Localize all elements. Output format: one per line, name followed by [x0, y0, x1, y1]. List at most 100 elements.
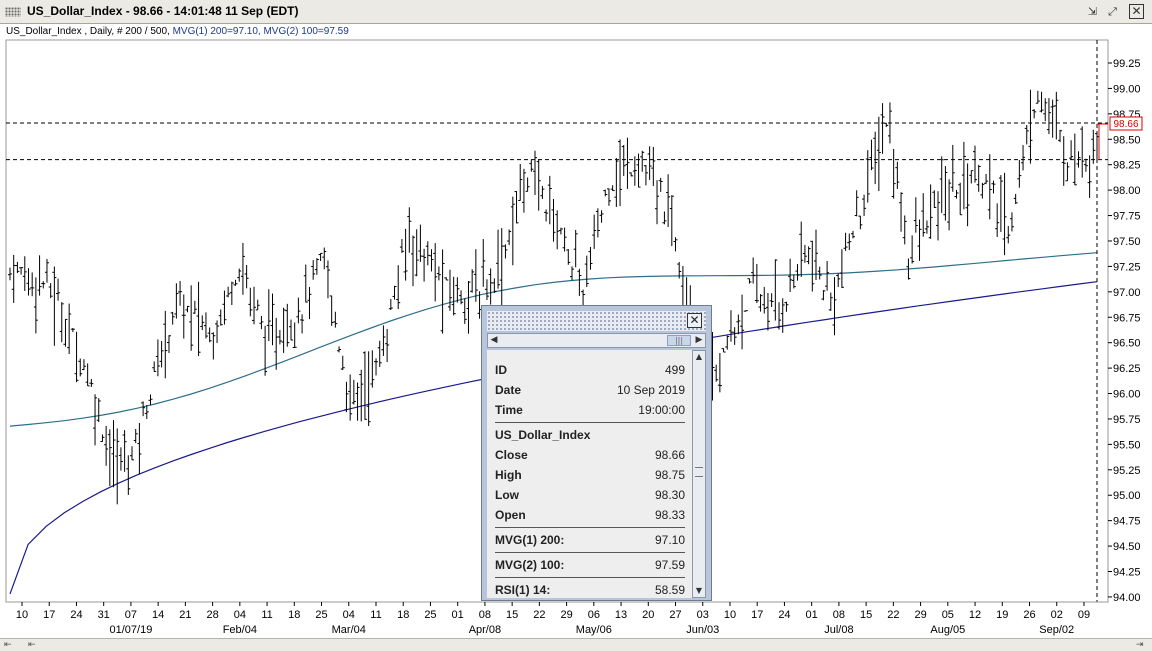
x-tick-label: 18 [288, 609, 300, 621]
y-tick-label: 97.25 [1113, 261, 1141, 273]
row-close: Close 98.66 [495, 448, 685, 462]
resize-left-icon[interactable]: ⇤ [4, 640, 12, 650]
row-id: ID 499 [495, 363, 685, 377]
y-tick-label: 95.25 [1113, 465, 1141, 477]
x-month-label: Jul/08 [824, 624, 853, 636]
row-mvg1: MVG(1) 200: 97.10 [495, 533, 685, 547]
x-tick-label: 28 [206, 609, 218, 621]
x-tick-label: 24 [778, 609, 790, 621]
legend-mvg1: MVG(1) 200=97.10, [172, 26, 261, 37]
horizontal-scrollbar[interactable]: ◀ ||| ▶ [487, 333, 706, 348]
x-tick-label: 02 [1051, 609, 1063, 621]
x-tick-label: 11 [370, 609, 381, 621]
y-tick-label: 96.75 [1113, 312, 1141, 324]
x-tick-label: 22 [533, 609, 545, 621]
divider [495, 552, 685, 553]
x-month-label: 01/07/19 [110, 624, 153, 636]
x-tick-label: 25 [315, 609, 327, 621]
x-tick-label: 01 [452, 609, 464, 621]
scroll-right-icon[interactable]: ▶ [693, 334, 705, 347]
window-title: US_Dollar_Index - 98.66 - 14:01:48 11 Se… [27, 4, 299, 18]
row-time: Time 19:00:00 [495, 403, 685, 417]
x-tick-label: 25 [424, 609, 436, 621]
minimize-icon[interactable]: ⇲ [1085, 4, 1100, 19]
y-axis: 99.2599.0098.7598.5098.2598.0097.7597.50… [1108, 58, 1141, 604]
x-tick-label: 27 [669, 609, 681, 621]
x-tick-label: 22 [887, 609, 899, 621]
y-tick-label: 95.50 [1113, 439, 1141, 451]
scroll-left-icon[interactable]: ◀ [488, 334, 500, 347]
scroll-up-icon[interactable]: ▲ [693, 351, 705, 363]
scroll-down-icon[interactable]: ▼ [693, 585, 705, 597]
x-month-label: Apr/08 [469, 624, 501, 636]
x-tick-label: 17 [43, 609, 55, 621]
x-tick-label: 09 [1078, 609, 1090, 621]
close-icon[interactable]: ✕ [687, 313, 702, 328]
row-date: Date 10 Sep 2019 [495, 383, 685, 397]
x-tick-label: 14 [152, 609, 164, 621]
x-tick-label: 29 [560, 609, 572, 621]
x-tick-label: 07 [125, 609, 137, 621]
data-window-body: ID 499 Date 10 Sep 2019 Time 19:00:00 US_Do… [487, 350, 692, 598]
x-tick-label: 19 [996, 609, 1008, 621]
divider [495, 527, 685, 528]
x-month-label: Sep/02 [1039, 624, 1074, 636]
last-price-label: 98.66 [1113, 119, 1138, 130]
close-icon[interactable]: ✕ [1129, 4, 1144, 19]
x-tick-label: 29 [914, 609, 926, 621]
x-tick-label: 03 [697, 609, 709, 621]
scroll-thumb[interactable]: ||| [667, 335, 691, 346]
data-window-header[interactable]: ✕ [487, 311, 706, 331]
x-tick-label: 17 [751, 609, 763, 621]
x-tick-label: 05 [942, 609, 954, 621]
y-tick-label: 94.75 [1113, 516, 1141, 528]
title-bar: US_Dollar_Index - 98.66 - 14:01:48 11 Se… [0, 0, 1152, 24]
legend-main: US_Dollar_Index , Daily, # 200 / 500, [6, 26, 170, 37]
x-tick-label: 01 [806, 609, 818, 621]
x-month-label: Aug/05 [930, 624, 965, 636]
y-tick-label: 95.00 [1113, 490, 1141, 502]
x-tick-label: 12 [969, 609, 981, 621]
x-month-label: Feb/04 [223, 624, 257, 636]
x-month-label: May/06 [576, 624, 612, 636]
y-tick-label: 98.25 [1113, 160, 1141, 172]
y-tick-label: 96.00 [1113, 389, 1141, 401]
x-tick-label: 06 [588, 609, 600, 621]
x-tick-label: 04 [343, 609, 355, 621]
x-tick-label: 10 [724, 609, 736, 621]
y-tick-label: 94.25 [1113, 567, 1141, 579]
x-tick-label: 15 [506, 609, 518, 621]
x-tick-label: 08 [833, 609, 845, 621]
y-tick-label: 96.25 [1113, 363, 1141, 375]
x-month-label: Jun/03 [686, 624, 719, 636]
scroll-grip-icon[interactable] [695, 467, 703, 477]
y-tick-label: 96.50 [1113, 338, 1141, 350]
y-tick-label: 97.00 [1113, 287, 1141, 299]
maximize-icon[interactable]: ⤢ [1105, 4, 1120, 19]
grip-icon[interactable] [5, 7, 21, 17]
resize-right-icon[interactable]: ⇥ [1136, 640, 1144, 650]
x-tick-label: 24 [70, 609, 82, 621]
x-axis: 10 17 24 31 07 14 21 28 04 11 18 25 04 11 18 25 01 08 15 22… [6, 601, 1108, 636]
row-high: High 98.75 [495, 468, 685, 482]
x-tick-label: 31 [98, 609, 110, 621]
y-tick-label: 95.75 [1113, 414, 1141, 426]
y-tick-label: 94.50 [1113, 541, 1141, 553]
x-tick-label: 20 [642, 609, 654, 621]
y-tick-label: 99.00 [1113, 83, 1141, 95]
x-tick-label: 04 [234, 609, 246, 621]
x-tick-label: 11 [261, 609, 272, 621]
y-tick-label: 98.50 [1113, 134, 1141, 146]
x-tick-label: 21 [179, 609, 191, 621]
resize-left-icon[interactable]: ⇤ [28, 640, 36, 650]
x-tick-label: 10 [16, 609, 28, 621]
status-bar: ⇤ ⇤ ⇥ [0, 638, 1152, 651]
x-tick-label: 13 [615, 609, 627, 621]
row-rsi: RSI(1) 14: 58.59 [495, 583, 685, 597]
y-tick-label: 97.50 [1113, 236, 1141, 248]
vertical-scrollbar[interactable]: ▲ ▼ [692, 350, 706, 598]
x-tick-label: 26 [1023, 609, 1035, 621]
row-mvg2: MVG(2) 100: 97.59 [495, 558, 685, 572]
data-window[interactable]: ✕ ◀ ||| ▶ ID 499 Date 10 Sep 2019 Time 19:0… [481, 305, 712, 601]
y-tick-label: 99.25 [1113, 58, 1141, 70]
